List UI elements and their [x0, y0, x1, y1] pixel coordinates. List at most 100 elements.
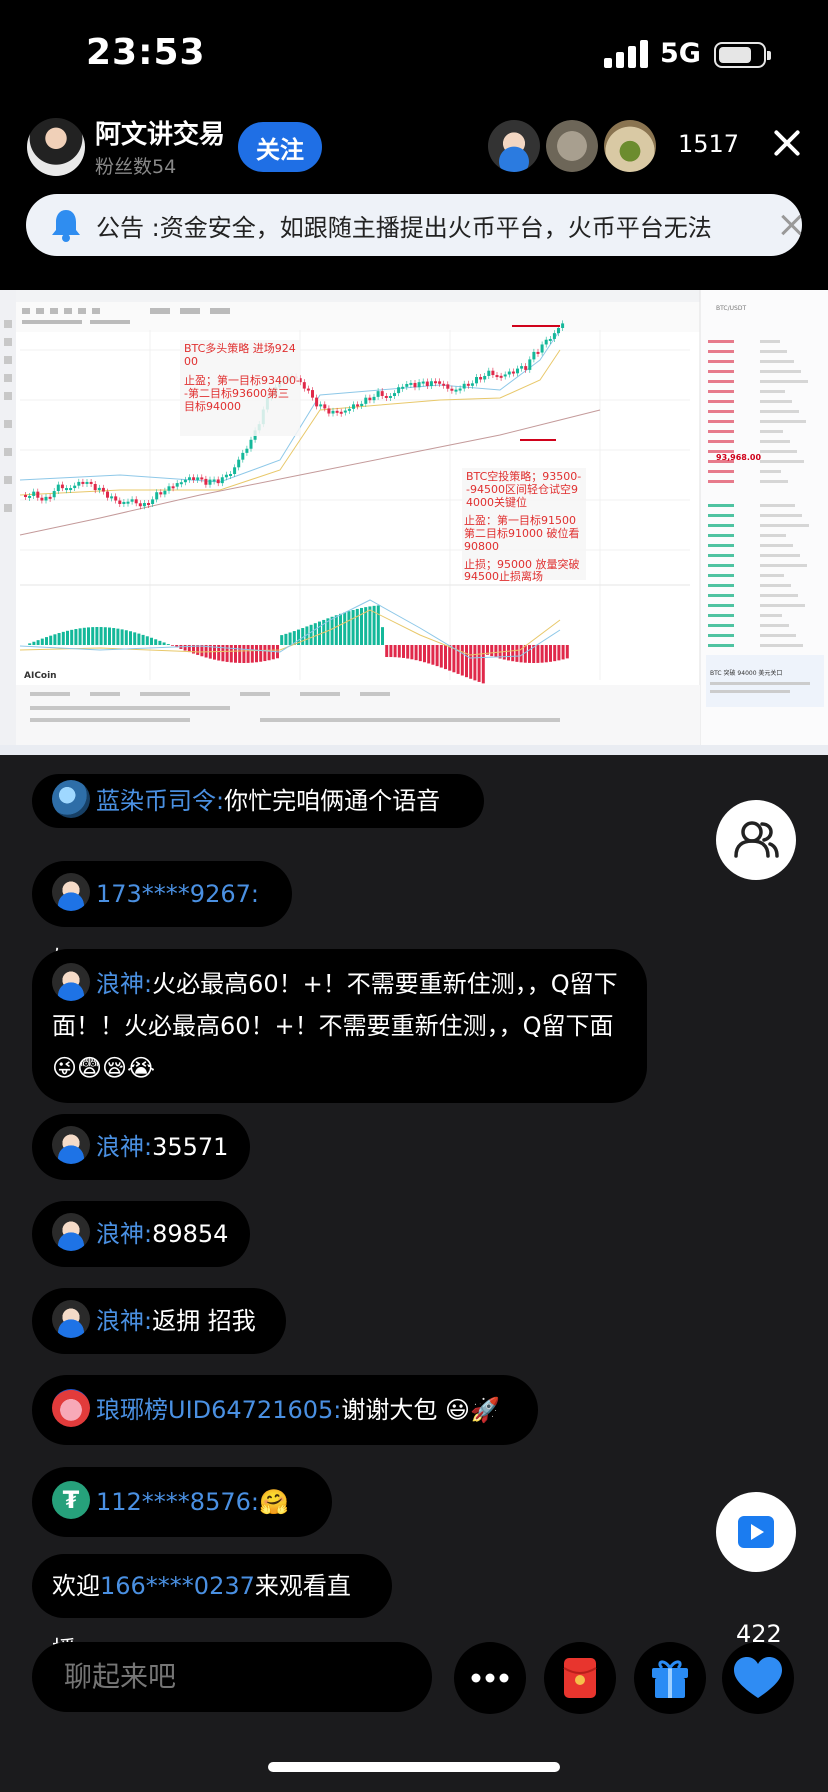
macd-bar — [473, 645, 477, 681]
candle — [85, 481, 89, 484]
viewer-count[interactable]: 1517 — [678, 130, 739, 158]
candle — [561, 323, 565, 328]
orderbook-row — [760, 450, 797, 453]
orderbook-row — [760, 524, 809, 527]
macd-bar — [343, 612, 347, 645]
orderbook-row — [708, 524, 734, 527]
chat-nick[interactable]: 112****8576: — [96, 1488, 259, 1516]
chat-nick[interactable]: 173****9267: — [96, 880, 259, 908]
like-button[interactable] — [722, 1642, 794, 1714]
orderbook-row — [708, 604, 734, 607]
chat-message[interactable]: 浪神:返拥 招我 — [32, 1288, 286, 1354]
welcome-user[interactable]: 166****0237 — [100, 1572, 255, 1600]
orderbook-row — [760, 614, 782, 617]
macd-bar — [166, 644, 170, 645]
candle — [413, 382, 417, 388]
orderbook-row — [760, 420, 806, 423]
candle — [302, 382, 306, 389]
candle — [52, 491, 56, 498]
chat-nick[interactable]: 浪神: — [96, 970, 152, 998]
live-stream-video[interactable]: BTC多头策略 进场924 00 止盈；第一目标93400- -第二目标9360… — [0, 290, 828, 755]
chat-input[interactable] — [32, 1642, 432, 1712]
macd-bar — [397, 645, 401, 658]
candle — [36, 491, 40, 498]
video-button[interactable] — [716, 1492, 796, 1572]
orderbook-row — [708, 544, 734, 547]
viewer-avatar[interactable] — [604, 120, 656, 172]
orderbook-row — [760, 360, 794, 363]
candle — [417, 382, 421, 388]
orderbook-row — [760, 400, 792, 403]
chat-nick[interactable]: 浪神: — [96, 1220, 152, 1248]
candle — [421, 381, 425, 384]
candle — [233, 467, 237, 474]
chat-message[interactable]: 琅琊榜UID64721605:谢谢大包 😃🚀 — [32, 1375, 538, 1445]
macd-bar — [70, 629, 74, 645]
candle — [466, 383, 470, 386]
chat-message[interactable]: 蓝染币司令:你忙完咱俩通个语音 — [32, 774, 484, 828]
chat-nick[interactable]: 琅琊榜UID64721605: — [96, 1396, 341, 1424]
macd-bar — [469, 645, 473, 679]
macd-bar — [28, 643, 32, 645]
svg-text:-94500区间轻仓试空9: -94500区间轻仓试空9 — [466, 482, 578, 496]
macd-bar — [536, 645, 540, 663]
follow-button[interactable]: 关注 — [238, 122, 322, 172]
macd-bar — [255, 645, 258, 663]
play-icon — [738, 1516, 774, 1548]
macd-bar — [32, 641, 36, 645]
host-avatar[interactable] — [27, 118, 85, 176]
chat-nick[interactable]: 浪神: — [96, 1133, 152, 1161]
red-packet-button[interactable] — [544, 1642, 616, 1714]
orderbook-row — [708, 584, 734, 587]
chat-message[interactable]: 浪神:火必最高60！+！不需要重新住测，，Q留下面！！火必最高60！+！不需要重… — [32, 949, 647, 1103]
chat-nick[interactable]: 浪神: — [96, 1307, 152, 1335]
candle — [114, 496, 118, 501]
svg-text:4000关键位: 4000关键位 — [466, 495, 527, 509]
macd-bar — [154, 639, 158, 645]
gift-button[interactable] — [634, 1642, 706, 1714]
chat-message[interactable]: 112****8576:🤗❤️ — [32, 1467, 332, 1586]
orderbook-row — [708, 370, 734, 373]
candle — [323, 404, 327, 409]
more-button[interactable] — [454, 1642, 526, 1714]
candle — [311, 390, 314, 398]
community-button[interactable] — [716, 800, 796, 880]
orderbook-row — [760, 514, 802, 517]
announcement-banner[interactable]: 公告 :资金安全，如跟随主播提出火币平台，火币平台无法 — [26, 194, 802, 256]
user-avatar — [52, 963, 90, 1001]
macd-bar — [129, 631, 132, 645]
macd-bar — [528, 645, 531, 663]
svg-text:00: 00 — [184, 355, 198, 368]
close-icon[interactable] — [772, 128, 802, 158]
macd-bar — [515, 645, 519, 662]
macd-bar — [133, 632, 137, 645]
macd-bar — [540, 645, 544, 663]
orderbook-row — [708, 360, 734, 363]
chat-message[interactable]: 173****9267:好 — [32, 861, 292, 974]
close-notice-icon[interactable] — [780, 214, 802, 236]
macd-bar — [263, 645, 267, 662]
orderbook-row — [760, 410, 799, 413]
candle — [475, 377, 478, 384]
candle — [138, 503, 142, 507]
candle — [458, 388, 462, 391]
chat-message[interactable]: 浪神:89854 — [32, 1201, 250, 1267]
macd-bar — [423, 645, 426, 663]
macd-bar — [376, 605, 380, 645]
host-name[interactable]: 阿文讲交易 — [95, 114, 225, 151]
viewer-avatar[interactable] — [546, 120, 598, 172]
orderbook-row — [708, 340, 734, 343]
trading-chart-screenshot: BTC多头策略 进场924 00 止盈；第一目标93400- -第二目标9360… — [0, 290, 828, 755]
macd-bar — [368, 606, 372, 645]
chat-text: 谢谢大包 😃🚀 — [341, 1396, 500, 1424]
candle — [204, 478, 208, 485]
candle — [28, 495, 32, 498]
users-icon — [734, 821, 779, 858]
orderbook-row — [760, 480, 788, 483]
candle — [511, 371, 515, 374]
candle — [134, 499, 138, 504]
chat-message[interactable]: 浪神:35571 — [32, 1114, 250, 1180]
viewer-avatar[interactable] — [488, 120, 540, 172]
chat-nick[interactable]: 蓝染币司令: — [96, 787, 224, 815]
orderbook-row — [760, 430, 783, 433]
